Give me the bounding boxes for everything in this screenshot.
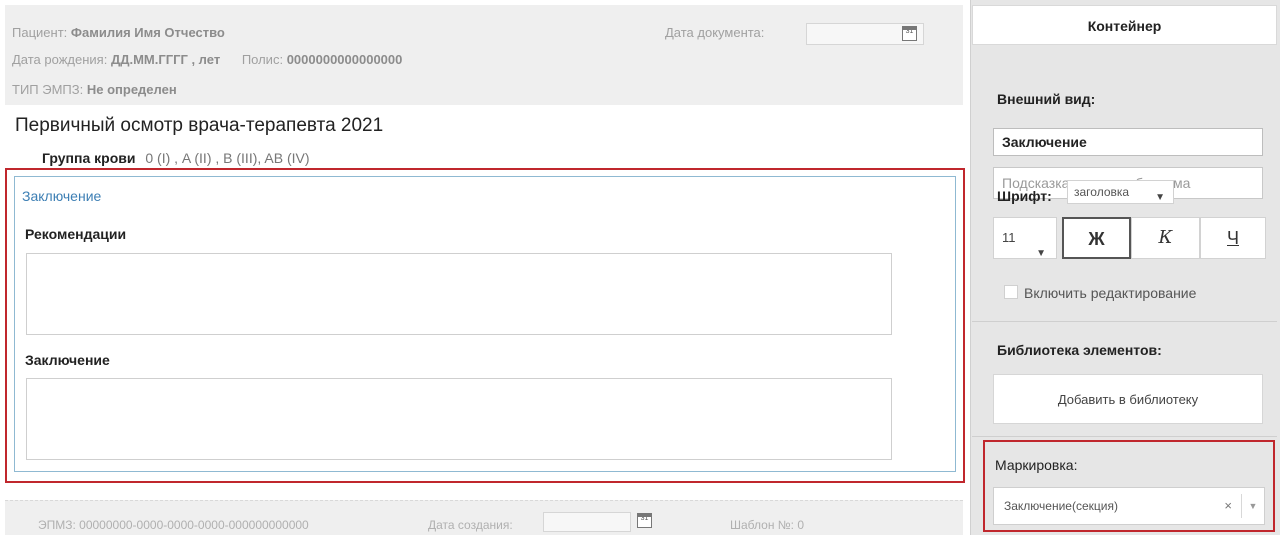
emz-type-label: ТИП ЭМПЗ: <box>12 82 84 97</box>
panel-header: Контейнер <box>972 5 1277 45</box>
birth-line: Дата рождения: ДД.ММ.ГГГГ , лет Полис: 0… <box>12 52 402 67</box>
marking-select[interactable]: Заключение(секция) × ▼ <box>993 487 1265 525</box>
recommendations-label: Рекомендации <box>25 226 127 242</box>
patient-name: Фамилия Имя Отчество <box>70 25 225 40</box>
calendar-icon[interactable]: 31 <box>902 26 917 41</box>
underline-button[interactable]: Ч <box>1200 217 1266 259</box>
chevron-down-icon: ▼ <box>1036 248 1046 259</box>
chevron-down-icon[interactable]: ▼ <box>1241 494 1264 518</box>
add-to-library-button[interactable]: Добавить в библиотеку <box>993 374 1263 424</box>
container-name-input[interactable]: Заключение <box>993 128 1263 156</box>
emz-type-line: ТИП ЭМПЗ: Не определен <box>12 82 177 97</box>
emz-type-value: Не определен <box>86 82 177 97</box>
font-size-value: 11 <box>1002 230 1016 245</box>
blood-group-row: Группа крови 0 (I) , A (II) , B (III), A… <box>42 150 310 166</box>
patient-header: Пациент: Фамилия Имя Отчество Дата рожде… <box>5 5 963 105</box>
section-title: Заключение <box>22 188 102 204</box>
font-label: Шрифт: <box>997 188 1052 204</box>
font-select-value: заголовка <box>1074 185 1130 199</box>
policy-value: 0000000000000000 <box>286 52 403 67</box>
created-date-label: Дата создания: <box>428 518 513 532</box>
document-title: Первичный осмотр врача-терапевта 2021 <box>15 115 384 136</box>
birth-value: ДД.ММ.ГГГГ , лет <box>110 52 221 67</box>
library-title: Библиотека элементов: <box>997 342 1162 358</box>
template-number: Шаблон №: 0 <box>730 518 804 532</box>
birth-label: Дата рождения: <box>12 52 108 67</box>
appearance-title: Внешний вид: <box>997 91 1096 107</box>
blood-group-options[interactable]: 0 (I) , A (II) , B (III), AB (IV) <box>145 150 309 166</box>
conclusion-field[interactable] <box>26 378 892 460</box>
marking-title: Маркировка: <box>995 457 1078 473</box>
marking-value: Заключение(секция) <box>1004 499 1118 513</box>
patient-label: Пациент: <box>12 25 68 40</box>
panel-divider <box>972 321 1277 322</box>
font-size-select[interactable]: 11 ▼ <box>993 217 1057 259</box>
enable-editing-label: Включить редактирование <box>1024 285 1197 301</box>
recommendations-field[interactable] <box>26 253 892 335</box>
bold-button[interactable]: Ж <box>1062 217 1131 259</box>
patient-line: Пациент: Фамилия Имя Отчество <box>12 25 225 40</box>
italic-button[interactable]: К <box>1131 217 1200 259</box>
enable-editing-checkbox[interactable] <box>1004 285 1018 299</box>
doc-date-label: Дата документа: <box>665 25 765 40</box>
calendar-icon[interactable]: 31 <box>637 513 652 528</box>
created-date-input[interactable] <box>543 512 631 532</box>
blood-group-label: Группа крови <box>42 150 136 166</box>
panel-divider <box>972 436 1277 437</box>
epmz-id: ЭПМЗ: 00000000-0000-0000-0000-0000000000… <box>38 518 309 532</box>
conclusion-label: Заключение <box>25 352 110 368</box>
font-select[interactable]: заголовка ▼ <box>1067 180 1174 204</box>
policy-label: Полис: <box>241 52 284 67</box>
clear-icon[interactable]: × <box>1224 488 1232 524</box>
chevron-down-icon: ▼ <box>1155 192 1165 203</box>
